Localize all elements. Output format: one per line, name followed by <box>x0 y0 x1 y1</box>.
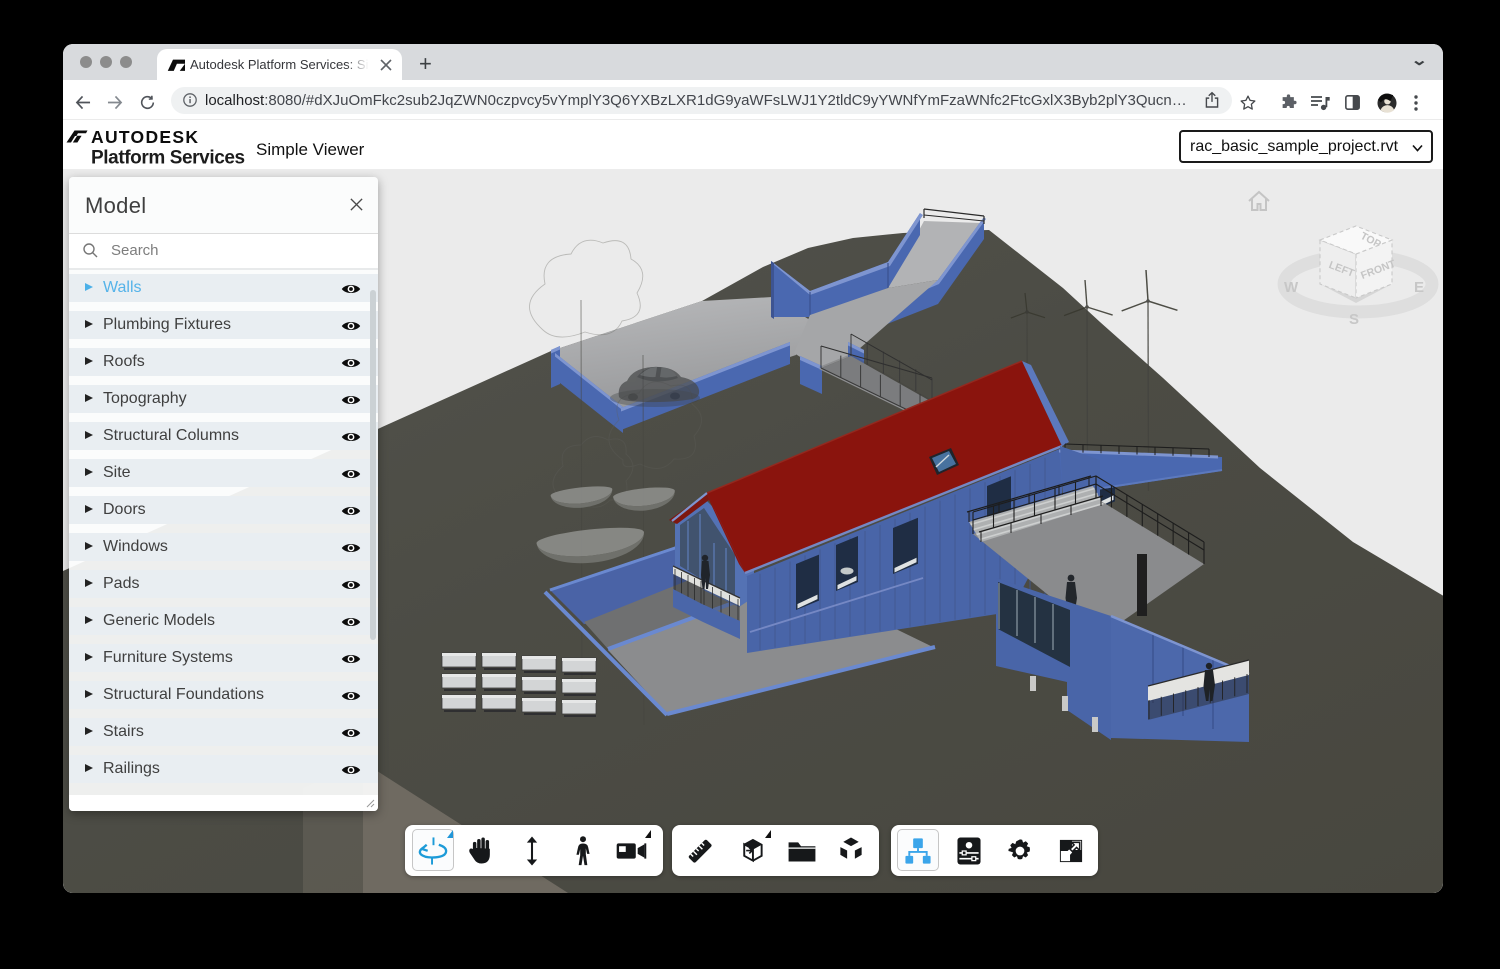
svg-text:AUTODESK: AUTODESK <box>91 129 199 147</box>
svg-text:Platform Services: Platform Services <box>91 148 245 168</box>
